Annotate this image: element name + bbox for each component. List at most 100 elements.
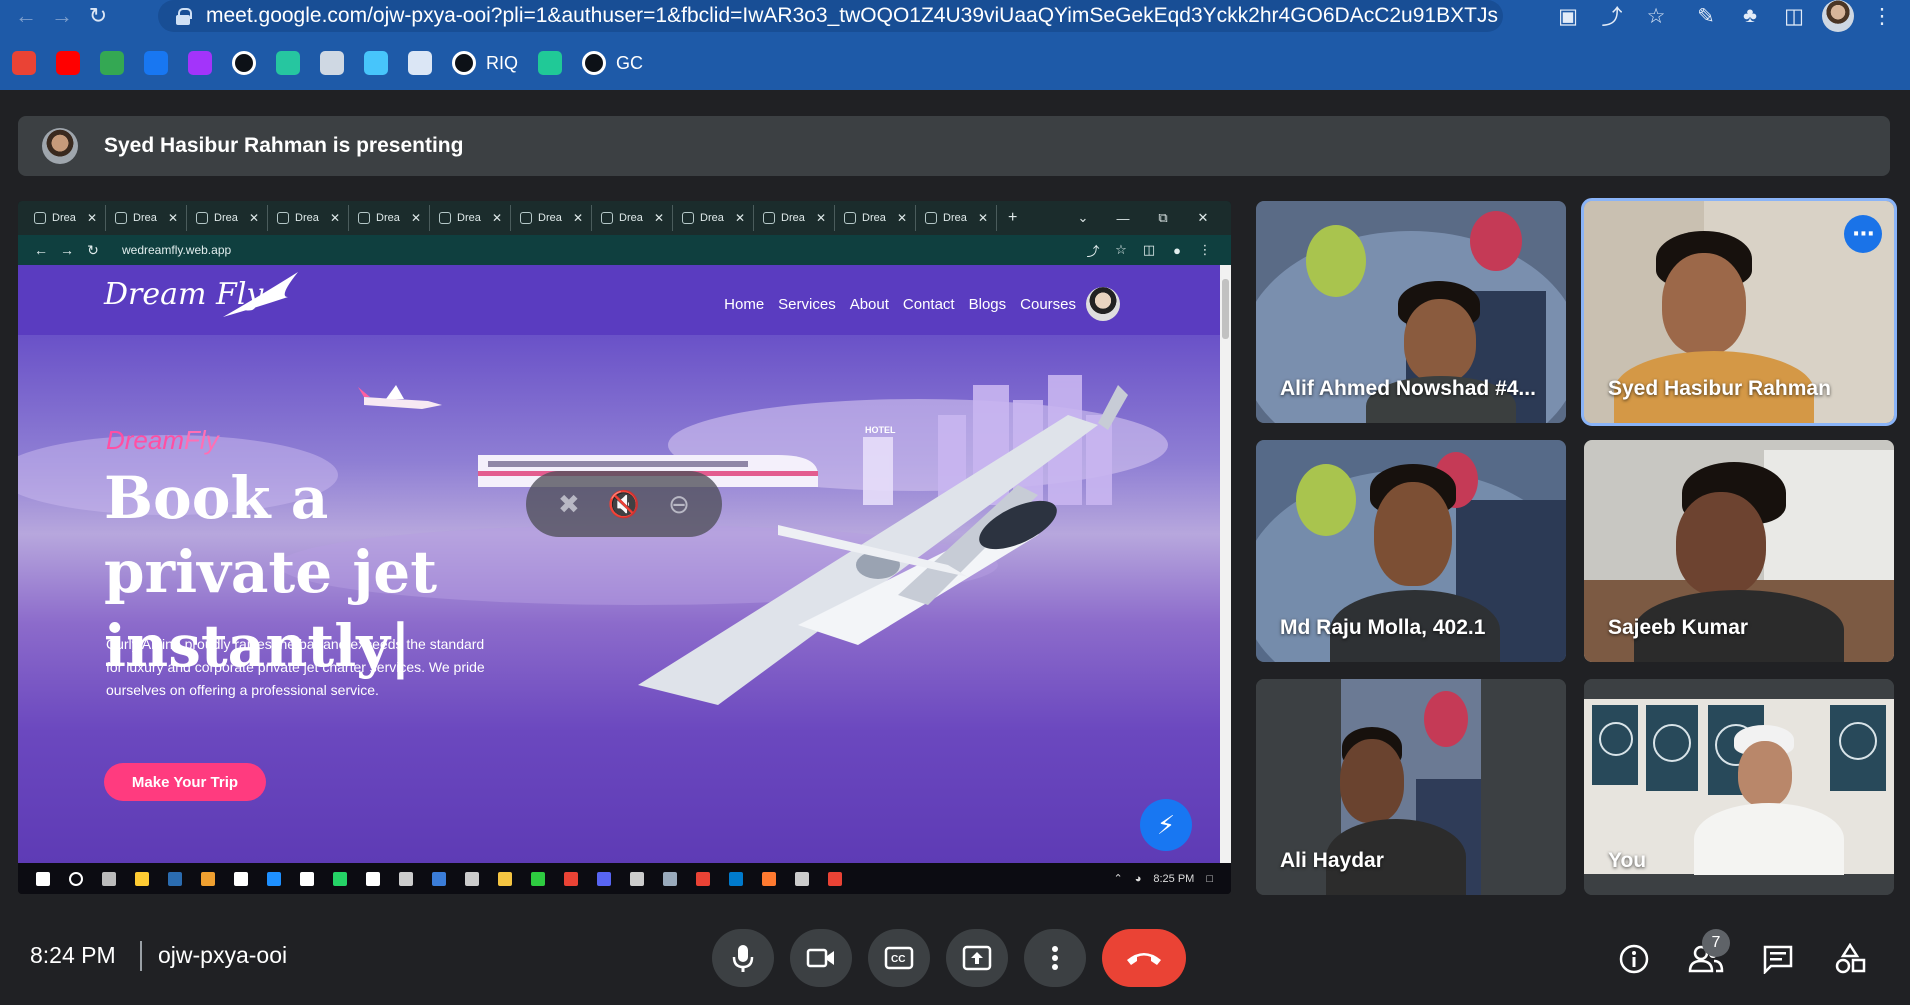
taskbar-app-icon [290, 863, 323, 894]
meeting-details-button[interactable] [1608, 933, 1660, 985]
microphone-button[interactable] [712, 929, 774, 987]
camera-icon[interactable]: ▣ [1546, 0, 1590, 32]
address-row: ← → ↻ meet.google.com/ojw-pxya-ooi?pli=1… [0, 0, 1910, 32]
participant-tile[interactable]: Alif Ahmed Nowshad #4... [1256, 201, 1566, 423]
inner-browser-tab: Drea ✕ [111, 205, 187, 231]
inner-tab-close-icon: ✕ [896, 211, 907, 225]
bookmark-item[interactable] [12, 48, 36, 78]
microphone-icon [732, 945, 754, 972]
inner-browser-tab: Drea ✕ [30, 205, 106, 231]
favicon-icon [520, 212, 532, 224]
inner-back-icon: ← [34, 242, 48, 258]
divider [140, 941, 142, 971]
taskbar-app-icon [92, 863, 125, 894]
favicon-icon [196, 212, 208, 224]
participant-name: Alif Ahmed Nowshad #4... [1280, 377, 1536, 400]
participant-tile[interactable]: Sajeeb Kumar [1584, 440, 1894, 662]
forward-button[interactable]: → [44, 1, 80, 31]
taskbar-app-icon [521, 863, 554, 894]
website-hero: HOTEL Dream Fly Home Services About Cont… [18, 265, 1220, 863]
inner-star-icon: ☆ [1115, 242, 1127, 257]
inner-browser-tab: Drea ✕ [759, 205, 835, 231]
more-options-button[interactable] [1024, 929, 1086, 987]
bookmark-item[interactable] [320, 48, 344, 78]
favicon-icon [439, 212, 451, 224]
bookmark-item[interactable] [538, 48, 563, 78]
bookmark-item[interactable] [276, 48, 300, 78]
bookmark-item[interactable]: GC [582, 48, 643, 78]
inner-tab-label: Drea [862, 212, 886, 224]
participant-tile-active-speaker[interactable]: ⋯ Syed Hasibur Rahman [1581, 198, 1897, 426]
bookmark-star-icon[interactable]: ☆ [1634, 0, 1678, 32]
favicon-icon [682, 212, 694, 224]
meeting-clock: 8:24 PM [30, 942, 116, 968]
extensions-icon[interactable]: ♣ [1728, 0, 1772, 32]
participant-tile[interactable]: Ali Haydar [1256, 679, 1566, 895]
inner-tab-label: Drea [133, 212, 157, 224]
taskbar-app-icon [125, 863, 158, 894]
inner-tab-label: Drea [376, 212, 400, 224]
bookmark-item[interactable] [144, 48, 168, 78]
closed-captions-icon: CC [884, 946, 914, 970]
windows-taskbar: ⌃ ◕ 8:25 PM □ [18, 863, 1231, 894]
reload-button[interactable]: ↻ [80, 1, 116, 31]
people-button[interactable]: 7 [1680, 929, 1732, 985]
inner-tab-close-icon: ✕ [329, 211, 340, 225]
present-now-button[interactable] [946, 929, 1008, 987]
brand-tagline: DreamFly [106, 425, 219, 456]
taskbar-app-icon [785, 863, 818, 894]
inner-browser-tab: Drea ✕ [192, 205, 268, 231]
taskbar-app-icon [719, 863, 752, 894]
people-count-badge: 7 [1702, 929, 1730, 957]
participant-name: Sajeeb Kumar [1608, 616, 1749, 639]
meet-control-bar: 8:24 PM ojw-pxya-ooi CC 7 [0, 915, 1910, 1005]
profile-avatar[interactable] [1816, 0, 1860, 32]
inner-scrollbar [1220, 265, 1231, 863]
bookmark-item[interactable]: RIQ [452, 48, 518, 78]
favicon-icon [358, 212, 370, 224]
make-your-trip-button: Make Your Trip [104, 763, 266, 801]
share-icon[interactable]: ⤴ [1590, 0, 1634, 32]
leave-call-button[interactable] [1102, 929, 1186, 987]
inner-tab-close-icon: ✕ [653, 211, 664, 225]
taskbar-app-icon [191, 863, 224, 894]
taskbar-app-icon [818, 863, 851, 894]
captions-button[interactable]: CC [868, 929, 930, 987]
participant-tile[interactable]: Md Raju Molla, 402.1 [1256, 440, 1566, 662]
activities-button[interactable] [1824, 933, 1876, 985]
inner-browser-tab: Drea ✕ [435, 205, 511, 231]
address-bar[interactable]: meet.google.com/ojw-pxya-ooi?pli=1&authu… [158, 0, 1503, 32]
bookmark-item[interactable] [188, 48, 212, 78]
more-options-icon[interactable]: ⋯ [1844, 215, 1882, 253]
chat-icon [1763, 945, 1793, 974]
inner-tab-label: Drea [943, 212, 967, 224]
browser-menu-icon[interactable]: ⋮ [1860, 0, 1904, 32]
favicon-icon [844, 212, 856, 224]
favicon-icon [763, 212, 775, 224]
website-navbar: Dream Fly Home Services About Contact Blogs C… [18, 265, 1220, 335]
side-panel-icon[interactable]: ◫ [1772, 0, 1816, 32]
pen-icon[interactable]: ✎ [1684, 0, 1728, 32]
remove-icon: ⊖ [668, 488, 690, 519]
inner-new-tab-icon: + [1008, 209, 1018, 226]
back-button[interactable]: ← [8, 1, 44, 31]
bookmark-item[interactable] [364, 48, 388, 78]
chat-button[interactable] [1752, 933, 1804, 985]
inner-forward-icon: → [60, 242, 74, 258]
bookmark-item[interactable] [232, 48, 256, 78]
browser-toolbar: ← → ↻ meet.google.com/ojw-pxya-ooi?pli=1… [0, 0, 1910, 90]
replit-icon [276, 51, 300, 75]
participant-tile-self[interactable]: You [1584, 679, 1894, 895]
participant-name: You [1608, 849, 1647, 872]
inner-tab-close-icon: ✕ [815, 211, 826, 225]
bookmark-item[interactable] [408, 48, 432, 78]
inner-tab-label: Drea [295, 212, 319, 224]
github-icon [452, 51, 476, 75]
bookmark-item[interactable] [100, 48, 124, 78]
taskbar-app-icon [158, 863, 191, 894]
flutter-icon [364, 51, 388, 75]
hotel-sign: HOTEL [865, 425, 896, 435]
bookmark-item[interactable] [56, 48, 80, 78]
inner-tab-label: Drea [619, 212, 643, 224]
camera-button[interactable] [790, 929, 852, 987]
